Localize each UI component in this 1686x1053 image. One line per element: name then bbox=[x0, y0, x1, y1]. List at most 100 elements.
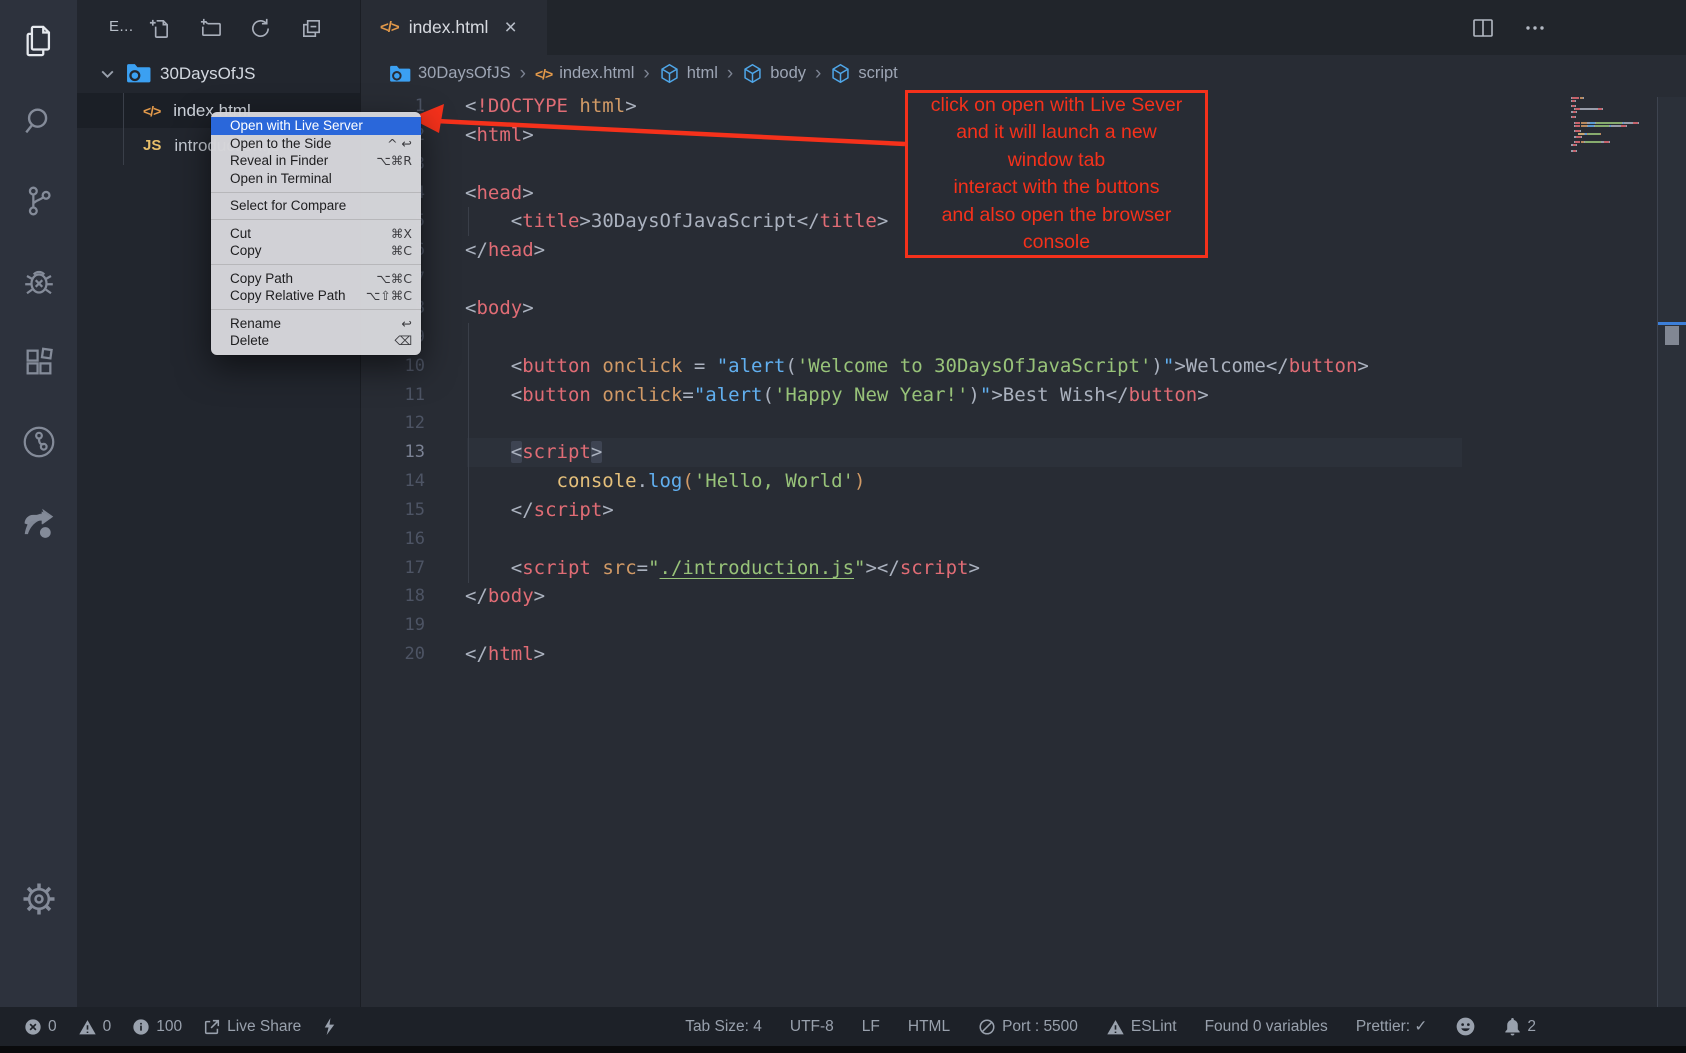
tab-index-html[interactable]: </> index.html × bbox=[361, 0, 547, 55]
menu-item-open-with-live-server[interactable]: Open with Live Server bbox=[211, 117, 421, 135]
status-item-eslint[interactable]: ESLint bbox=[1106, 1018, 1177, 1036]
menu-item-copy-path[interactable]: Copy Path⌥⌘C bbox=[211, 270, 421, 288]
code-text: <!DOCTYPE html> bbox=[425, 95, 637, 117]
close-icon[interactable]: × bbox=[504, 16, 516, 40]
breadcrumb-item-script[interactable]: script bbox=[830, 63, 897, 84]
code-line-19[interactable]: 19 bbox=[361, 611, 465, 640]
menu-item-rename[interactable]: Rename↩ bbox=[211, 314, 421, 332]
search-icon[interactable] bbox=[0, 92, 77, 150]
minimap-line bbox=[1571, 105, 1655, 107]
collapse-all-icon[interactable] bbox=[298, 15, 324, 41]
menu-item-delete[interactable]: Delete⌫ bbox=[211, 332, 421, 350]
menu-item-copy[interactable]: Copy⌘C bbox=[211, 242, 421, 260]
line-number: 17 bbox=[361, 554, 425, 583]
menu-item-cut[interactable]: Cut⌘X bbox=[211, 225, 421, 243]
tab-title: index.html bbox=[409, 17, 489, 38]
breadcrumb-separator: › bbox=[643, 63, 649, 85]
debug-icon[interactable] bbox=[0, 253, 77, 311]
minimap-line bbox=[1571, 100, 1655, 102]
code-line-5[interactable]: 5 <title>30DaysOfJavaScript</title> bbox=[361, 207, 888, 236]
status-item-label: 0 bbox=[48, 1018, 57, 1036]
line-number: 12 bbox=[361, 409, 425, 438]
code-text bbox=[425, 326, 465, 348]
status-item-label: LF bbox=[862, 1018, 880, 1036]
line-number: 13 bbox=[361, 438, 425, 467]
tree-item-project[interactable]: 30DaysOfJS bbox=[77, 57, 360, 90]
menu-item-label: Open to the Side bbox=[230, 136, 331, 151]
status-item-tab-size-4[interactable]: Tab Size: 4 bbox=[685, 1018, 762, 1036]
new-file-icon[interactable] bbox=[146, 15, 172, 41]
status-item-smiley[interactable] bbox=[1455, 1016, 1476, 1037]
menu-separator bbox=[211, 309, 421, 310]
status-item-live-share[interactable]: Live Share bbox=[203, 1018, 301, 1036]
menu-item-copy-relative-path[interactable]: Copy Relative Path ⌥⇧⌘C bbox=[211, 287, 421, 305]
code-line-17[interactable]: 17 <script src="./introduction.js"></scr… bbox=[361, 554, 980, 583]
breadcrumb-item-30DaysOfJS[interactable]: 30DaysOfJS bbox=[389, 64, 511, 83]
status-item-0[interactable]: 0 bbox=[78, 1018, 112, 1036]
breadcrumb-item-body[interactable]: body bbox=[742, 63, 806, 84]
status-item-html[interactable]: HTML bbox=[908, 1018, 950, 1036]
menu-item-label: Copy bbox=[230, 243, 262, 258]
code-line-11[interactable]: 11 <button onclick="alert('Happy New Yea… bbox=[361, 381, 1209, 410]
menu-item-label: Cut bbox=[230, 226, 251, 241]
breadcrumb-item-html[interactable]: html bbox=[659, 63, 718, 84]
refresh-icon[interactable] bbox=[247, 15, 273, 41]
minimap-line bbox=[1571, 111, 1655, 113]
code-line-14[interactable]: 14 console.log('Hello, World') bbox=[361, 467, 865, 496]
code-line-20[interactable]: 20</html> bbox=[361, 640, 545, 669]
menu-item-open-in-terminal[interactable]: Open in Terminal bbox=[211, 170, 421, 188]
code-text: <html> bbox=[425, 124, 534, 146]
chevron-down-icon bbox=[99, 65, 116, 82]
status-item-bolt[interactable] bbox=[322, 1017, 337, 1036]
code-text: <title>30DaysOfJavaScript</title> bbox=[425, 210, 888, 232]
overview-ruler bbox=[1657, 97, 1686, 1007]
line-number: 16 bbox=[361, 525, 425, 554]
code-text bbox=[425, 614, 465, 636]
code-line-18[interactable]: 18</body> bbox=[361, 582, 545, 611]
split-editor-icon[interactable] bbox=[1471, 16, 1495, 40]
status-item-0[interactable]: 0 bbox=[24, 1018, 57, 1036]
breadcrumb-item-index.html[interactable]: </>index.html bbox=[535, 64, 634, 83]
status-item-2[interactable]: 2 bbox=[1504, 1017, 1536, 1036]
status-item-found-0-variables[interactable]: Found 0 variables bbox=[1205, 1018, 1328, 1036]
menu-item-label: Rename bbox=[230, 316, 281, 331]
menu-item-select-for-compare[interactable]: Select for Compare bbox=[211, 197, 421, 215]
status-bar-right: Tab Size: 4 UTF-8 LF HTML Port : 5500 ESLint F… bbox=[685, 1007, 1536, 1046]
annotation-text-line: window tab bbox=[1008, 147, 1106, 175]
status-item-utf-8[interactable]: UTF-8 bbox=[790, 1018, 834, 1036]
menu-item-reveal-in-finder[interactable]: Reveal in Finder⌥⌘R bbox=[211, 152, 421, 170]
code-line-16[interactable]: 16 bbox=[361, 525, 465, 554]
code-line-13[interactable]: 13 <script> bbox=[361, 438, 602, 467]
gear-icon[interactable] bbox=[0, 870, 77, 928]
menu-item-label: Select for Compare bbox=[230, 198, 346, 213]
status-item-prettier-[interactable]: Prettier: ✓ bbox=[1356, 1017, 1428, 1036]
extensions-icon[interactable] bbox=[0, 333, 77, 391]
menu-item-label: Copy Relative Path bbox=[230, 288, 346, 303]
new-folder-icon[interactable] bbox=[197, 15, 223, 41]
scrollbar-thumb[interactable] bbox=[1665, 326, 1679, 345]
status-item-lf[interactable]: LF bbox=[862, 1018, 880, 1036]
menu-item-open-to-the-side[interactable]: Open to the Side ^ ↩ bbox=[211, 135, 421, 153]
breadcrumb-label: body bbox=[770, 64, 806, 83]
menu-item-shortcut: ^ ↩ bbox=[387, 136, 412, 151]
explorer-icon[interactable] bbox=[0, 12, 77, 70]
minimap-line bbox=[1571, 147, 1655, 149]
code-text bbox=[425, 153, 465, 175]
status-item-port-5500[interactable]: Port : 5500 bbox=[978, 1018, 1078, 1036]
share-arrow-icon[interactable] bbox=[0, 494, 77, 552]
bolt-icon bbox=[322, 1017, 337, 1036]
live-share-icon[interactable] bbox=[0, 413, 77, 471]
code-line-12[interactable]: 12 bbox=[361, 409, 465, 438]
code-line-15[interactable]: 15 </script> bbox=[361, 496, 614, 525]
menu-item-shortcut: ⌥⇧⌘C bbox=[366, 288, 412, 303]
code-line-10[interactable]: 10 <button onclick = "alert('Welcome to … bbox=[361, 352, 1369, 381]
warning-filled-icon bbox=[1106, 1018, 1125, 1036]
source-control-icon[interactable] bbox=[0, 172, 77, 230]
minimap[interactable] bbox=[1571, 97, 1655, 152]
context-menu: Open with Live ServerOpen to the Side ^ ↩… bbox=[211, 112, 421, 355]
status-bar: 0 0 100 Live Share Tab Size: 4 UTF-8 LF HTML Po… bbox=[0, 1007, 1686, 1046]
tab-bar: </> index.html × bbox=[361, 0, 1686, 55]
status-item-100[interactable]: 100 bbox=[132, 1018, 182, 1036]
code-text: <body> bbox=[425, 297, 534, 319]
more-actions-icon[interactable] bbox=[1523, 16, 1547, 40]
